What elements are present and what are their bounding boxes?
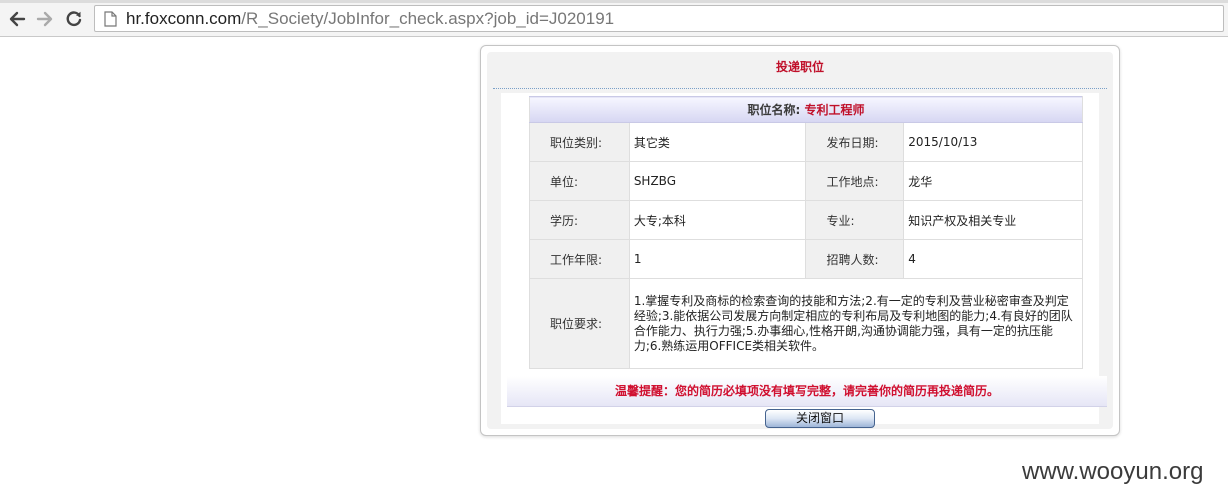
- field-value: 大专;本科: [628, 200, 807, 240]
- job-info-table: 职位名称: 专利工程师 职位类别: 其它类 发布日期: 2015/10/13 单…: [529, 96, 1084, 369]
- field-label: 职位类别:: [529, 122, 630, 162]
- job-dialog: 投递职位 职位名称: 专利工程师 职位类别: 其它类 发布日期: 2015/10…: [480, 45, 1120, 436]
- field-value: 龙华: [903, 161, 1083, 201]
- field-value: SHZBG: [628, 161, 807, 201]
- dotted-divider: [493, 88, 1107, 89]
- url-text: hr.foxconn.com/R_Society/JobInfor_check.…: [126, 9, 614, 29]
- field-label: 工作地点:: [805, 161, 905, 201]
- requirements-text: 1.掌握专利及商标的检索查询的技能和方法;2.有一定的专利及营业秘密审查及判定经…: [628, 278, 1084, 369]
- field-label: 工作年限:: [529, 239, 630, 279]
- dialog-body: 投递职位 职位名称: 专利工程师 职位类别: 其它类 发布日期: 2015/10…: [487, 52, 1113, 429]
- page-icon: [104, 10, 117, 27]
- requirements-row: 职位要求: 1.掌握专利及商标的检索查询的技能和方法;2.有一定的专利及营业秘密…: [529, 278, 1084, 369]
- forward-button[interactable]: [34, 8, 56, 30]
- dialog-title: 投递职位: [775, 60, 824, 74]
- field-label: 招聘人数:: [805, 239, 905, 279]
- field-value: 知识产权及相关专业: [903, 200, 1083, 240]
- table-row: 学历: 大专;本科 专业: 知识产权及相关专业: [529, 200, 1083, 240]
- field-label: 专业:: [805, 200, 905, 240]
- forward-arrow-icon: [36, 11, 53, 27]
- tab-strip-edge: [0, 0, 1228, 3]
- content-area: 职位名称: 专利工程师 职位类别: 其它类 发布日期: 2015/10/13 单…: [501, 93, 1107, 428]
- field-label: 学历:: [529, 200, 630, 240]
- field-value: 其它类: [628, 122, 807, 162]
- requirements-label: 职位要求:: [529, 278, 630, 369]
- field-value: 4: [903, 239, 1083, 279]
- watermark: www.wooyun.org: [1022, 458, 1204, 485]
- back-button[interactable]: [6, 8, 28, 30]
- close-window-button[interactable]: 关闭窗口: [765, 409, 875, 428]
- job-header-label: 职位名称:: [747, 103, 801, 117]
- reload-icon: [66, 11, 82, 27]
- address-bar[interactable]: hr.foxconn.com/R_Society/JobInfor_check.…: [94, 5, 1224, 32]
- table-row: 单位: SHZBG 工作地点: 龙华: [529, 161, 1083, 201]
- table-row: 职位类别: 其它类 发布日期: 2015/10/13: [529, 122, 1083, 162]
- back-arrow-icon: [9, 11, 26, 27]
- field-label: 单位:: [529, 161, 630, 201]
- browser-toolbar: hr.foxconn.com/R_Society/JobInfor_check.…: [0, 0, 1228, 37]
- url-host: hr.foxconn.com: [126, 8, 242, 28]
- job-name: 专利工程师: [804, 103, 865, 117]
- reload-button[interactable]: [63, 8, 85, 30]
- table-row: 工作年限: 1 招聘人数: 4: [529, 239, 1083, 279]
- field-value: 1: [628, 239, 807, 279]
- field-label: 发布日期:: [805, 122, 905, 162]
- warning-message: 温馨提醒：您的简历必填项没有填写完整，请完善你的简历再投递简历。: [507, 376, 1107, 407]
- field-value: 2015/10/13: [903, 122, 1083, 162]
- job-title-header: 职位名称: 专利工程师: [529, 96, 1083, 123]
- url-path: /R_Society/JobInfor_check.aspx?job_id=J0…: [241, 8, 615, 28]
